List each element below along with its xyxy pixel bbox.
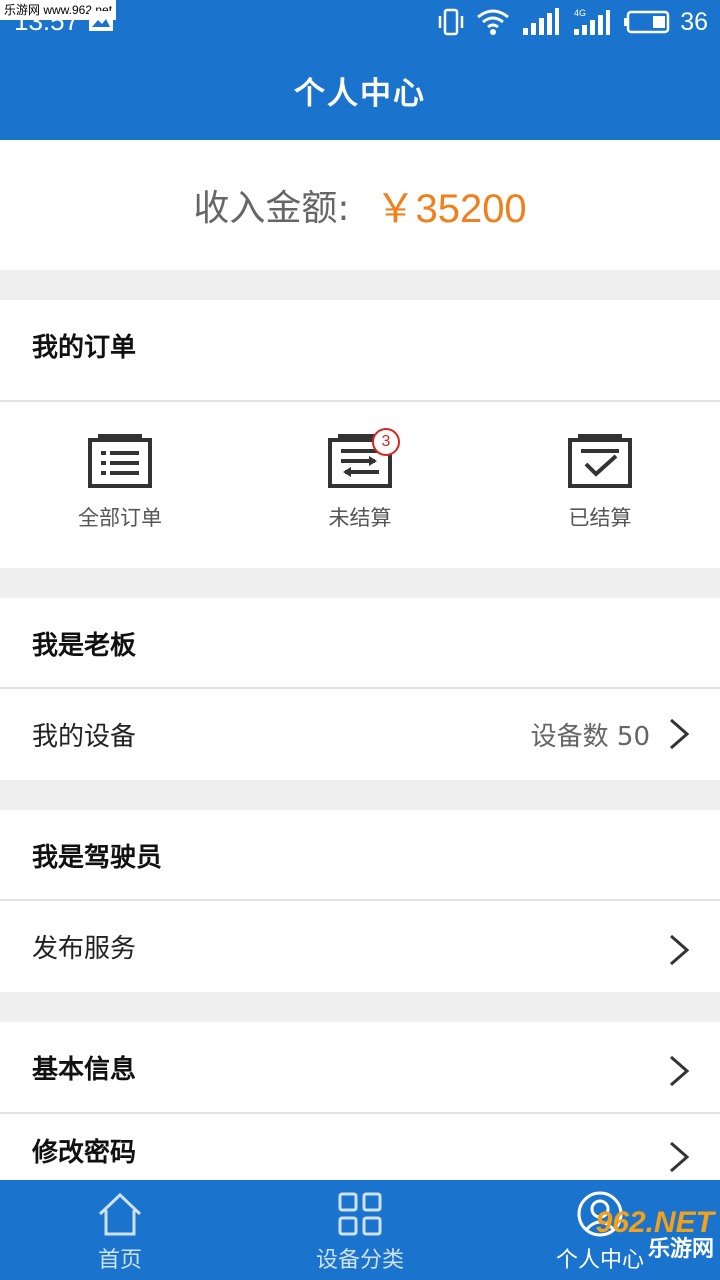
watermark-num: 962.NET (595, 1206, 714, 1239)
page-title: 个人中心 (294, 76, 426, 112)
boss-header: 我是老板 (0, 598, 720, 688)
chevron-right-icon (670, 934, 690, 966)
order-settled-label: 已结算 (568, 506, 632, 530)
device-count: 设备数 50 (530, 721, 650, 752)
all-orders-icon (88, 434, 152, 488)
publish-service-label: 发布服务 (32, 933, 137, 964)
change-password-label: 修改密码 (32, 1138, 137, 1168)
income-value: ￥35200 (375, 187, 527, 231)
driver-title: 我是驾驶员 (32, 842, 163, 873)
nav-profile[interactable]: 个人中心 962.NET 乐游网 (480, 1180, 720, 1280)
nav-categories[interactable]: 设备分类 (240, 1180, 480, 1280)
boss-section: 我是老板 我的设备 设备数 50 (0, 598, 720, 780)
driver-header: 我是驾驶员 (0, 810, 720, 900)
svg-text:4G: 4G (574, 8, 586, 18)
change-password-row[interactable]: 修改密码 (0, 1114, 720, 1180)
status-icons: 4G 36 (438, 6, 708, 38)
nav-home[interactable]: 首页 (0, 1180, 240, 1280)
settled-icon (568, 434, 632, 488)
signal-icon (523, 8, 560, 35)
vibrate-icon (438, 8, 464, 36)
orders-section: 我的订单 全部订单 3 未结算 已结算 (0, 300, 720, 568)
boss-title: 我是老板 (32, 630, 137, 661)
battery-icon (624, 10, 670, 34)
basic-info-row[interactable]: 基本信息 (0, 1022, 720, 1112)
unsettled-badge: 3 (372, 428, 400, 456)
publish-service-row[interactable]: 发布服务 (0, 901, 720, 991)
my-devices-row[interactable]: 我的设备 设备数 50 (0, 689, 720, 779)
chevron-right-icon (670, 1055, 690, 1087)
order-unsettled-button[interactable]: 3 未结算 (240, 402, 480, 568)
nav-categories-label: 设备分类 (315, 1248, 404, 1273)
battery-level: 36 (680, 7, 708, 36)
orders-header: 我的订单 (0, 300, 720, 390)
order-grid: 全部订单 3 未结算 已结算 (0, 402, 720, 568)
grid-icon (338, 1192, 382, 1236)
watermark-logo: 962.NET 乐游网 (595, 1206, 714, 1262)
chevron-right-icon (670, 1141, 690, 1173)
chevron-right-icon (670, 718, 690, 750)
account-section: 基本信息 修改密码 (0, 1022, 720, 1180)
order-unsettled-label: 未结算 (328, 506, 392, 530)
driver-section: 我是驾驶员 发布服务 (0, 810, 720, 992)
income-panel: 收入金额: ￥35200 (0, 140, 720, 270)
order-all-label: 全部订单 (78, 506, 162, 530)
home-icon (98, 1192, 142, 1236)
order-settled-button[interactable]: 已结算 (480, 402, 720, 568)
photo-notification-icon (89, 11, 113, 31)
orders-title: 我的订单 (32, 332, 137, 363)
status-bar: 13:57 乐游网 www.962.net 4G 36 (0, 0, 720, 44)
signal-4g-icon: 4G (574, 8, 611, 35)
income-label: 收入金额: (193, 188, 350, 229)
basic-info-label: 基本信息 (32, 1054, 137, 1085)
watermark-text: 乐游网 (647, 1236, 714, 1261)
order-all-button[interactable]: 全部订单 (0, 402, 240, 568)
my-devices-label: 我的设备 (32, 721, 137, 752)
top-bar: 13:57 乐游网 www.962.net 4G 36 个人中心 (0, 0, 720, 140)
nav-home-label: 首页 (97, 1248, 142, 1273)
bottom-nav: 首页 设备分类 个人中心 962.NET 乐游网 (0, 1180, 720, 1280)
wifi-icon (477, 9, 510, 35)
